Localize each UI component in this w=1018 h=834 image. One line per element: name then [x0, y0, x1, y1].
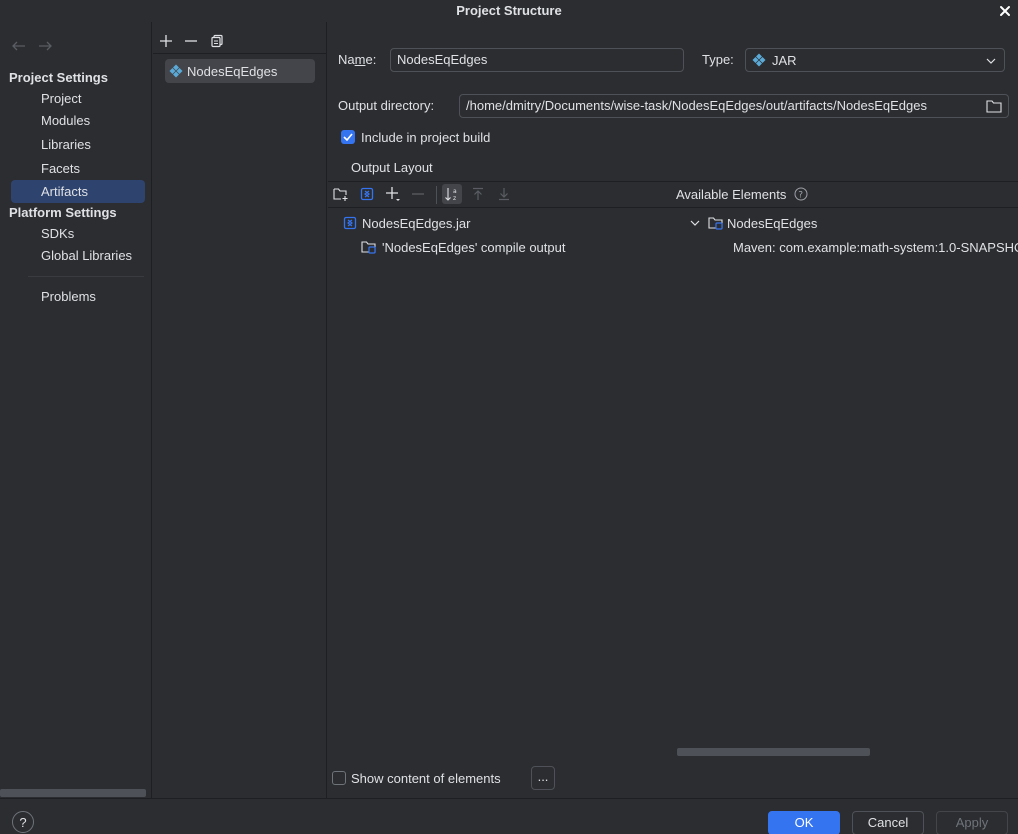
- sort-elements-button[interactable]: a z: [442, 184, 462, 204]
- chevron-down-icon: [986, 58, 996, 64]
- layout-tree-row-label: NodesEqEdges.jar: [362, 215, 471, 231]
- include-in-build-checkbox[interactable]: [341, 130, 355, 144]
- module-output-folder-icon: [361, 241, 376, 254]
- name-label: Name:: [338, 52, 376, 67]
- sort-alpha-icon: a z: [445, 188, 457, 202]
- sidebar-item-libraries[interactable]: Libraries: [11, 133, 145, 156]
- output-layout-toolbar: a z Available Elements ?: [328, 182, 1018, 208]
- svg-text:a: a: [453, 188, 457, 195]
- sidebar-scrollbar[interactable]: [0, 789, 146, 797]
- available-elements-text: Available Elements: [676, 187, 787, 202]
- project-settings-title: Project Settings: [9, 70, 108, 85]
- name-label-part: e:: [365, 52, 377, 67]
- jar-artifact-icon: [752, 53, 766, 67]
- layout-tree-row[interactable]: 'NodesEqEdges' compile output: [361, 236, 565, 258]
- create-directory-button[interactable]: [331, 184, 351, 204]
- output-directory-input[interactable]: /home/dmitry/Documents/wise-task/NodesEq…: [459, 94, 1009, 118]
- move-up-button[interactable]: [468, 184, 488, 204]
- arrow-up-icon: [473, 187, 483, 200]
- new-folder-icon: [333, 188, 348, 201]
- artifact-list-item-label: NodesEqEdges: [187, 63, 278, 79]
- help-tooltip-button[interactable]: ?: [794, 187, 808, 201]
- show-content-label[interactable]: Show content of elements: [351, 771, 501, 786]
- forward-button[interactable]: [37, 39, 53, 53]
- toolbar-separator: [436, 186, 437, 204]
- plus-dropdown-icon: [386, 187, 400, 201]
- back-button[interactable]: [11, 39, 27, 53]
- svg-text:?: ?: [798, 191, 803, 201]
- arrow-right-icon: [39, 41, 52, 51]
- sidebar-item-facets[interactable]: Facets: [11, 157, 145, 180]
- arrow-down-icon: [499, 188, 509, 201]
- sidebar-item-sdks[interactable]: SDKs: [11, 222, 145, 245]
- ok-button[interactable]: OK: [768, 811, 840, 834]
- arrow-left-icon: [12, 41, 25, 51]
- checkmark-icon: [343, 133, 353, 141]
- close-button[interactable]: [996, 3, 1014, 19]
- available-tree-row-label: Maven: com.example:math-system:1.0-SNAPS…: [733, 239, 1018, 255]
- move-down-button[interactable]: [494, 184, 514, 204]
- plus-icon: [160, 35, 172, 47]
- available-elements-label: Available Elements: [676, 187, 786, 202]
- name-input[interactable]: NodesEqEdges: [390, 48, 684, 72]
- artifact-settings-panel: Name: NodesEqEdges Type: JAR Output dire…: [328, 22, 1018, 798]
- archive-icon: [360, 187, 374, 201]
- type-select[interactable]: JAR: [745, 48, 1005, 72]
- type-select-value: JAR: [772, 52, 797, 68]
- copy-icon: [211, 34, 223, 48]
- browse-folder-button[interactable]: [986, 99, 1004, 115]
- show-content-options-button[interactable]: ...: [531, 766, 555, 790]
- minus-icon: [412, 193, 424, 195]
- artifact-list-item[interactable]: NodesEqEdges: [165, 59, 315, 83]
- module-folder-icon: [708, 217, 723, 230]
- help-button[interactable]: ?: [12, 811, 34, 833]
- cancel-button[interactable]: Cancel: [852, 811, 924, 834]
- folder-icon: [986, 100, 1002, 113]
- layout-tree-row-label: 'NodesEqEdges' compile output: [382, 239, 566, 255]
- artifact-list-panel: NodesEqEdges: [153, 22, 327, 798]
- output-directory-label: Output directory:: [338, 98, 435, 113]
- add-artifact-button[interactable]: [155, 30, 177, 52]
- close-icon: [1000, 6, 1010, 16]
- show-content-checkbox[interactable]: [332, 771, 346, 785]
- jar-artifact-icon: [169, 64, 183, 78]
- add-copy-button[interactable]: [383, 184, 403, 204]
- window-title: Project Structure: [456, 3, 562, 18]
- available-tree-row[interactable]: NodesEqEdges: [690, 212, 817, 234]
- apply-button[interactable]: Apply: [936, 811, 1008, 834]
- platform-settings-title: Platform Settings: [9, 205, 117, 220]
- copy-artifact-button[interactable]: [206, 30, 228, 52]
- sidebar-item-project[interactable]: Project: [11, 87, 145, 110]
- archive-icon: [343, 216, 357, 230]
- available-tree-row[interactable]: Maven: com.example:math-system:1.0-SNAPS…: [728, 236, 1018, 258]
- sidebar-item-global-libraries[interactable]: Global Libraries: [11, 244, 145, 267]
- dialog-button-bar: ? OK Cancel Apply: [0, 798, 1018, 834]
- sidebar-item-problems[interactable]: Problems: [11, 285, 145, 308]
- settings-sidebar: Project Settings Project Modules Librari…: [0, 22, 152, 798]
- sidebar-item-artifacts[interactable]: Artifacts: [11, 180, 145, 203]
- tab-output-layout[interactable]: Output Layout: [351, 160, 433, 175]
- create-archive-button[interactable]: [357, 184, 377, 204]
- sidebar-divider: [28, 276, 144, 277]
- name-label-mnemonic: m: [354, 52, 366, 67]
- remove-element-button[interactable]: [408, 184, 428, 204]
- name-label-part: Na: [338, 52, 355, 67]
- available-tree-row-label: NodesEqEdges: [727, 215, 818, 231]
- sidebar-item-modules[interactable]: Modules: [11, 109, 145, 132]
- available-tree-row-clip: Maven: com.example:math-system:1.0-SNAPS…: [728, 236, 1018, 258]
- available-elements-scrollbar[interactable]: [677, 748, 870, 756]
- remove-artifact-button[interactable]: [180, 30, 202, 52]
- question-circle-icon: ?: [794, 187, 808, 201]
- artifact-list-toolbar: [153, 22, 327, 54]
- chevron-down-icon: [690, 220, 700, 226]
- layout-tree-row[interactable]: NodesEqEdges.jar: [343, 212, 470, 234]
- include-in-build-label[interactable]: Include in project build: [361, 130, 490, 145]
- type-label: Type:: [702, 52, 734, 67]
- svg-text:z: z: [453, 195, 456, 202]
- minus-icon: [185, 40, 197, 42]
